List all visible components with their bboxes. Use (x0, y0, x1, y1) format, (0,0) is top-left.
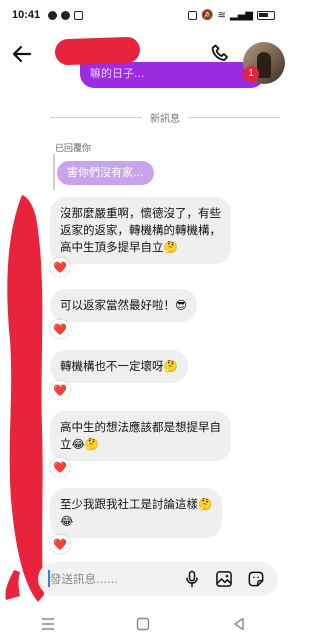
message-composer (38, 562, 278, 596)
sticker-icon[interactable] (246, 569, 266, 589)
wifi-icon: ≋ (217, 9, 226, 21)
messenger-notification-icon (48, 10, 58, 20)
nfc-icon (188, 10, 198, 20)
status-system-icons: 🔕 ≋ ▂▄▆ (188, 10, 275, 21)
microphone-icon[interactable] (182, 569, 202, 589)
status-bar: 10:41 🔕 ≋ ▂▄▆ (0, 0, 287, 30)
home-button[interactable] (133, 614, 153, 634)
instagram-notification-icon (74, 10, 84, 20)
new-messages-divider: 新訊息 (50, 110, 280, 125)
heart-reaction[interactable]: ❤️ (50, 258, 70, 276)
system-nav-bar (0, 608, 287, 640)
phone-icon[interactable] (209, 42, 233, 66)
message-line: 😂 (60, 514, 74, 528)
heart-reaction[interactable]: ❤️ (50, 535, 70, 553)
signal-icon: ▂▄▆ (229, 9, 253, 21)
incoming-message[interactable]: 至少我跟我社工是討論這樣🤔 😂 (50, 488, 223, 538)
heart-reaction[interactable]: ❤️ (50, 381, 70, 399)
status-notification-icons (48, 10, 84, 20)
incoming-message[interactable]: 轉機構也不一定壞呀🤔 (50, 350, 188, 383)
message-line: 返家的返家，轉機構的轉機構， (60, 223, 221, 237)
message-line: 立😂🤔 (60, 437, 100, 451)
gallery-icon[interactable] (214, 569, 234, 589)
battery-icon (257, 10, 275, 20)
replied-to-you-label: 已回覆你 (55, 144, 92, 154)
quoted-message[interactable]: 害你們沒有家... (57, 161, 154, 185)
message-line: 轉機構也不一定壞呀🤔 (60, 359, 178, 373)
back-triangle-icon (234, 617, 244, 631)
avatar-redaction-scribble (5, 195, 45, 602)
recents-icon (41, 618, 54, 630)
divider-label: 新訊息 (150, 113, 180, 125)
mute-icon: 🔕 (201, 9, 214, 21)
recents-button[interactable] (38, 614, 58, 634)
unread-badge: 1 (243, 66, 259, 82)
home-icon (137, 617, 150, 631)
divider-line-right (188, 116, 280, 118)
incoming-message[interactable]: 沒那麼嚴重啊，懷德沒了，有些 返家的返家，轉機構的轉機構， 高中生頂多提早自立🤔 (50, 197, 231, 264)
message-line: 沒那麼嚴重啊，懷德沒了，有些 (60, 206, 221, 220)
back-arrow-icon[interactable] (10, 42, 34, 66)
message-line: 可以返家當然最好啦！😎 (60, 298, 187, 312)
avatar-figure (257, 52, 271, 78)
heart-reaction[interactable]: ❤️ (50, 458, 70, 476)
contact-name-redaction (54, 36, 141, 66)
incoming-message[interactable]: 可以返家當然最好啦！😎 (50, 289, 197, 322)
message-line: 高中生的想法應該都是想提早自 (60, 420, 221, 434)
divider-line-left (50, 116, 142, 118)
message-input[interactable] (50, 571, 170, 587)
heart-reaction[interactable]: ❤️ (50, 320, 70, 338)
status-time: 10:41 (12, 9, 41, 21)
message-line: 至少我跟我社工是討論這樣🤔 (60, 497, 213, 511)
chat-notification-icon (61, 10, 71, 20)
incoming-message[interactable]: 高中生的想法應該都是想提早自 立😂🤔 (50, 411, 231, 461)
back-button[interactable] (229, 614, 249, 634)
chat-header: 1 (0, 30, 287, 84)
message-line: 高中生頂多提早自立🤔 (60, 240, 178, 254)
reply-indicator-bar (53, 154, 55, 190)
